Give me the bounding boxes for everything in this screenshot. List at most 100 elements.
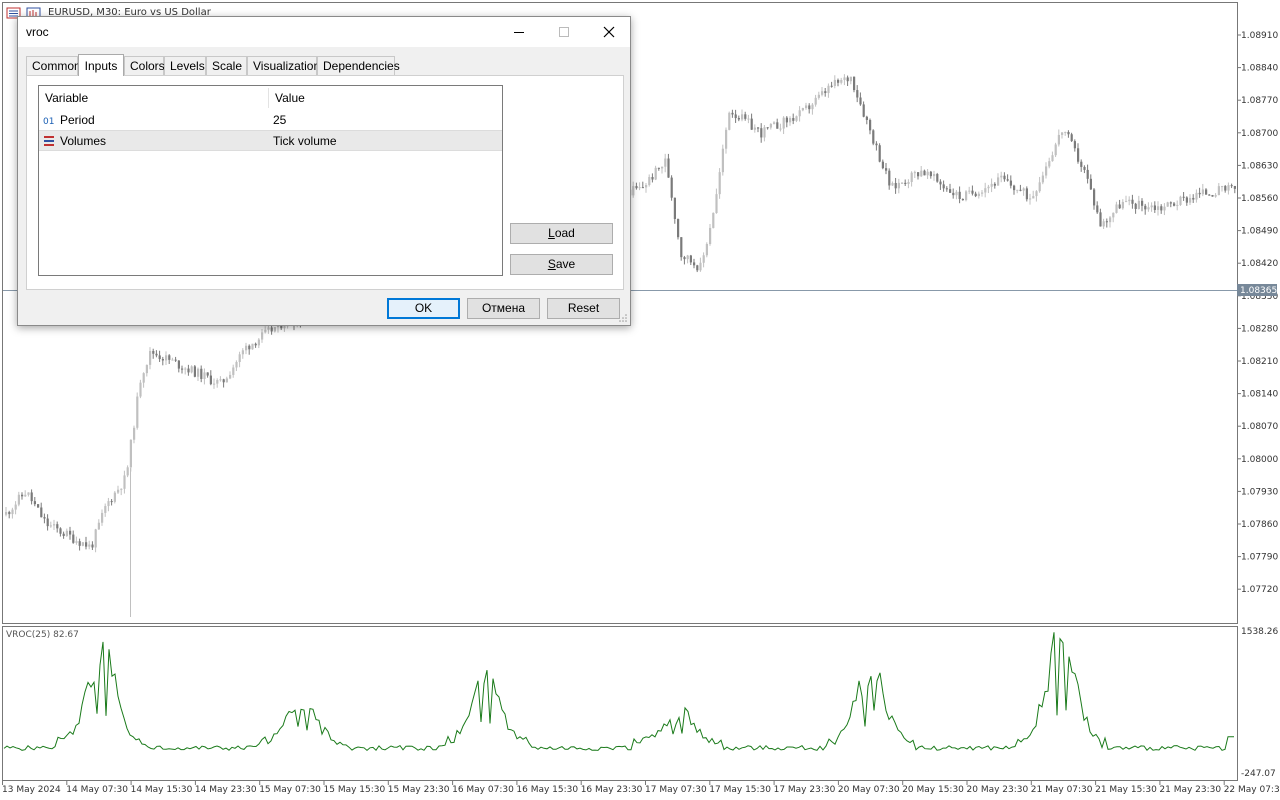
candle-body <box>977 193 980 197</box>
candle-body <box>1173 203 1176 206</box>
save-button[interactable]: Save <box>510 254 613 275</box>
table-row[interactable]: Volumes Tick volume <box>39 130 502 151</box>
tab-colors[interactable]: Colors <box>124 56 165 75</box>
param-value-period[interactable]: 25 <box>273 110 286 130</box>
tab-levels[interactable]: Levels <box>164 56 206 75</box>
candle-body <box>862 104 865 117</box>
candle-body <box>1089 178 1092 190</box>
candle-body <box>939 181 942 185</box>
candle-body <box>104 506 107 513</box>
indicator-subwindow-frame <box>2 626 1238 781</box>
grid-header: Variable Value <box>39 88 502 108</box>
candle-body <box>641 187 644 189</box>
candle-body <box>152 350 155 354</box>
candle-body <box>987 186 990 189</box>
candle-body <box>811 104 814 110</box>
tab-common[interactable]: Common <box>26 56 81 75</box>
cancel-button[interactable]: Отмена <box>467 298 540 319</box>
candle-body <box>1141 200 1144 206</box>
candle-body <box>187 368 190 373</box>
candle-body <box>683 257 686 260</box>
date-axis-label: 13 May 2024 <box>2 785 61 795</box>
candle-body <box>149 350 152 365</box>
maximize-icon <box>558 27 569 37</box>
candle-body <box>1163 206 1166 211</box>
header-variable[interactable]: Variable <box>45 88 88 108</box>
column-separator[interactable] <box>268 88 269 108</box>
candle-body <box>120 488 123 490</box>
candle-body <box>814 97 817 105</box>
param-value-volumes[interactable]: Tick volume <box>273 131 337 151</box>
candle-body <box>85 542 88 547</box>
candle-body <box>1221 186 1224 188</box>
indicator-properties-dialog: vroc Common Inputs Colors Levels Scale V… <box>17 16 631 326</box>
minimize-button[interactable] <box>496 17 541 47</box>
price-axis-label: 1.07720 <box>1241 585 1278 595</box>
candle-body <box>1169 202 1172 204</box>
candle-body <box>184 368 187 370</box>
candle-body <box>110 501 113 503</box>
load-button[interactable]: Load <box>510 223 613 244</box>
candle-body <box>705 244 708 256</box>
candle-body <box>645 185 648 188</box>
candle-body <box>721 148 724 173</box>
candle-body <box>821 91 824 95</box>
candle-body <box>248 345 251 350</box>
tab-visualization[interactable]: Visualization <box>247 56 320 75</box>
table-row[interactable]: 01 Period 25 <box>39 110 502 130</box>
candle-body <box>88 544 91 547</box>
candle-body <box>1025 188 1028 200</box>
candle-body <box>661 166 664 169</box>
reset-button[interactable]: Reset <box>547 298 620 319</box>
candle-body <box>846 77 849 82</box>
resize-grip-icon[interactable] <box>618 313 628 323</box>
dialog-titlebar[interactable]: vroc <box>18 17 630 47</box>
candle-body <box>936 174 939 182</box>
candle-body <box>1041 175 1044 183</box>
candle-body <box>219 379 222 381</box>
price-axis-label: 1.08700 <box>1241 129 1278 139</box>
candle-body <box>75 541 78 543</box>
candle-body <box>926 171 929 176</box>
tab-scale[interactable]: Scale <box>206 56 247 75</box>
candle-body <box>1109 217 1112 223</box>
enum-param-icon <box>44 136 54 146</box>
minimize-icon <box>513 32 524 33</box>
candle-body <box>1064 131 1067 133</box>
candle-body <box>798 110 801 117</box>
date-axis-label: 16 May 07:30 <box>452 785 514 795</box>
candle-body <box>1185 197 1188 203</box>
indicator-axis-label: -247.07 <box>1241 769 1276 779</box>
tab-dependencies[interactable]: Dependencies <box>317 56 400 75</box>
candle-body <box>968 190 971 192</box>
candle-body <box>273 327 276 332</box>
candle-body <box>1086 169 1089 179</box>
candle-body <box>1102 221 1105 227</box>
price-axis-label: 1.08140 <box>1241 390 1278 400</box>
candle-body <box>1073 141 1076 149</box>
date-axis-label: 20 May 15:30 <box>902 785 964 795</box>
date-axis-label: 21 May 15:30 <box>1095 785 1157 795</box>
candle-body <box>885 168 888 171</box>
candle-body <box>1227 185 1230 191</box>
date-axis-label: 14 May 07:30 <box>66 785 128 795</box>
candle-body <box>1013 185 1016 191</box>
price-axis-label: 1.08770 <box>1241 96 1278 106</box>
candle-body <box>1080 161 1083 167</box>
candle-body <box>728 112 731 130</box>
candle-body <box>955 191 958 196</box>
ok-button[interactable]: OK <box>387 298 460 319</box>
candle-body <box>229 374 232 379</box>
candle-body <box>1224 186 1227 191</box>
candle-body <box>193 366 196 377</box>
date-axis-label: 17 May 07:30 <box>645 785 707 795</box>
candle-body <box>177 360 180 369</box>
candle-body <box>133 427 136 440</box>
candle-body <box>881 161 884 169</box>
header-value[interactable]: Value <box>275 88 305 108</box>
close-button[interactable] <box>586 17 631 47</box>
candle-body <box>789 118 792 123</box>
candle-body <box>1121 201 1124 209</box>
candle-body <box>1115 204 1118 213</box>
tab-inputs[interactable]: Inputs <box>78 54 124 76</box>
